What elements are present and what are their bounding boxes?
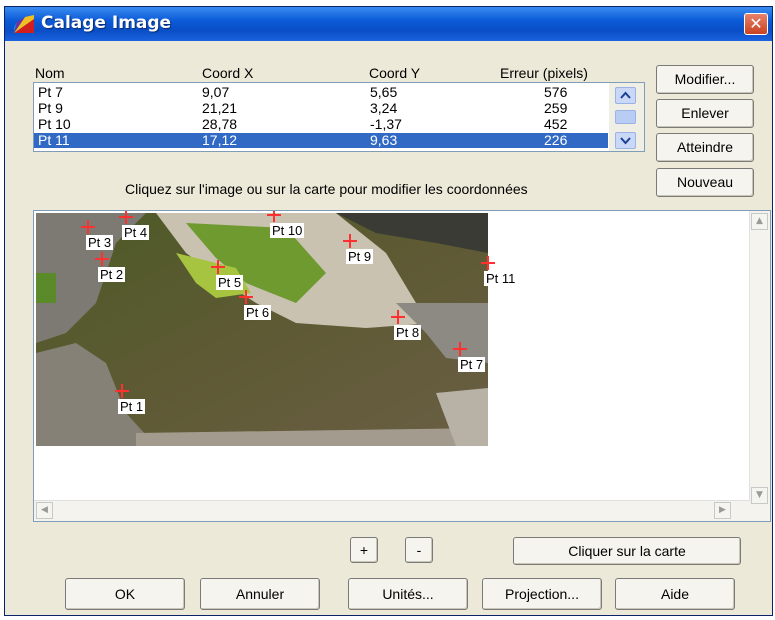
column-header-nom[interactable]: Nom [35, 65, 65, 81]
image-viewer[interactable]: Pt 1 Pt 2 Pt 3 Pt 4 Pt 5 Pt 6 Pt 7 Pt 8 Pt 9 Pt 1… [33, 210, 771, 522]
atteindre-button[interactable]: Atteindre [656, 133, 754, 162]
enlever-button[interactable]: Enlever [656, 99, 754, 128]
control-point-label: Pt 9 [346, 249, 374, 264]
crosshair-icon [267, 211, 281, 222]
control-point-label: Pt 4 [122, 225, 150, 240]
unites-button[interactable]: Unités... [348, 578, 468, 610]
cell-x: 9,07 [202, 84, 230, 100]
crosshair-icon [211, 260, 225, 274]
modifier-button[interactable]: Modifier... [656, 65, 754, 94]
list-scrollbar[interactable] [609, 83, 644, 151]
cell-x: 17,12 [202, 132, 238, 148]
points-list[interactable]: Pt 7 9,07 5,65 576 Pt 9 21,21 3,24 259 Pt 10 28,7… [33, 82, 645, 152]
control-point-label: Pt 8 [394, 325, 422, 340]
table-row[interactable]: Pt 10 28,78 -1,37 452 [34, 117, 608, 132]
zoom-out-button[interactable]: - [405, 537, 433, 563]
chevron-up-icon [620, 91, 631, 99]
cell-y: 3,24 [370, 100, 398, 116]
crosshair-icon [481, 256, 495, 270]
crosshair-icon [119, 211, 133, 224]
control-point-label: Pt 10 [270, 223, 305, 238]
control-point-label: Pt 5 [216, 275, 244, 290]
cell-nom: Pt 11 [38, 132, 70, 148]
crosshair-icon [343, 234, 357, 248]
annuler-button[interactable]: Annuler [200, 578, 320, 610]
control-point-label: Pt 6 [244, 305, 272, 320]
column-header-erreur[interactable]: Erreur (pixels) [500, 65, 588, 81]
zoom-in-button[interactable]: + [350, 537, 378, 563]
control-point-label: Pt 1 [118, 399, 146, 414]
app-icon [14, 15, 34, 33]
instruction-text: Cliquez sur l'image ou sur la carte pour… [125, 181, 528, 197]
window-title: Calage Image [41, 13, 172, 33]
table-row[interactable]: Pt 7 9,07 5,65 576 [34, 85, 608, 100]
cell-err: 259 [544, 100, 568, 116]
scroll-thumb[interactable] [615, 110, 636, 124]
ok-button[interactable]: OK [65, 578, 185, 610]
control-point-label: Pt 3 [86, 235, 114, 250]
calage-image-dialog: Calage Image ✕ Nom Coord X Coord Y Erreu… [4, 6, 773, 616]
control-point-label: Pt 11 [484, 271, 518, 286]
table-row[interactable]: Pt 11 17,12 9,63 226 [34, 133, 608, 148]
viewer-horizontal-scrollbar[interactable]: ◀ ▶ [34, 500, 750, 521]
crosshair-icon [239, 290, 253, 304]
viewer-vertical-scrollbar[interactable]: ▲ ▼ [749, 211, 770, 521]
crosshair-icon [95, 252, 109, 266]
cell-err: 452 [544, 116, 568, 132]
cell-x: 28,78 [202, 116, 238, 132]
scroll-up-arrow-icon[interactable]: ▲ [751, 213, 768, 230]
cell-err: 576 [544, 84, 568, 100]
cell-x: 21,21 [202, 100, 238, 116]
crosshair-icon [453, 342, 467, 356]
cell-nom: Pt 7 [38, 84, 63, 100]
scroll-left-arrow-icon[interactable]: ◀ [36, 502, 53, 519]
column-header-coord-x[interactable]: Coord X [202, 65, 253, 81]
column-header-coord-y[interactable]: Coord Y [369, 65, 420, 81]
cell-y: 9,63 [370, 132, 398, 148]
table-row[interactable]: Pt 9 21,21 3,24 259 [34, 101, 608, 116]
close-button[interactable]: ✕ [744, 13, 768, 35]
scroll-up-button[interactable] [615, 87, 636, 104]
projection-button[interactable]: Projection... [482, 578, 602, 610]
cell-y: 5,65 [370, 84, 398, 100]
cell-nom: Pt 9 [38, 100, 63, 116]
scroll-down-arrow-icon[interactable]: ▼ [751, 487, 768, 504]
aide-button[interactable]: Aide [615, 578, 735, 610]
chevron-down-icon [620, 137, 631, 145]
control-point-label: Pt 7 [458, 357, 486, 372]
cell-nom: Pt 10 [38, 116, 71, 132]
crosshair-icon [115, 384, 129, 398]
cell-err: 226 [544, 132, 568, 148]
scroll-right-arrow-icon[interactable]: ▶ [714, 502, 731, 519]
crosshair-icon [81, 220, 95, 234]
title-bar[interactable]: Calage Image ✕ [5, 7, 772, 41]
cell-y: -1,37 [370, 116, 402, 132]
nouveau-button[interactable]: Nouveau [656, 168, 754, 197]
crosshair-icon [391, 310, 405, 324]
control-point-label: Pt 2 [98, 267, 126, 282]
scroll-down-button[interactable] [615, 132, 636, 149]
cliquer-sur-la-carte-button[interactable]: Cliquer sur la carte [513, 537, 741, 565]
